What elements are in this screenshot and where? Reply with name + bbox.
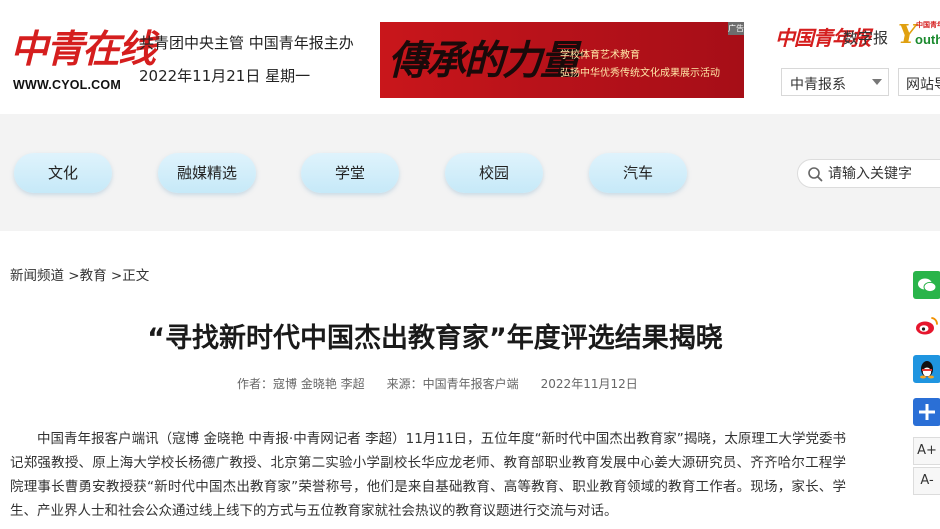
breadcrumb-separator: >: [106, 268, 123, 284]
article-title: “寻找新时代中国杰出教育家”年度评选结果揭晓: [147, 323, 723, 354]
nav-item-culture[interactable]: 文化: [14, 153, 112, 193]
site-nav-label: 网站导航: [906, 77, 940, 93]
breadcrumb-section[interactable]: 教育: [80, 268, 107, 284]
sponsor-text: 共青团中央主管 中国青年报主办: [139, 34, 354, 52]
article-body: 中国青年报客户端讯（寇博 金晓艳 中青报·中青网记者 李超）11月11日，五位年…: [10, 431, 846, 519]
wechat-share-icon[interactable]: [913, 271, 940, 299]
digital-paper-link[interactable]: 数字报: [843, 27, 888, 48]
cyd-family-select[interactable]: 中青报系: [781, 68, 889, 96]
qq-penguin-icon: [920, 361, 934, 379]
weibo-icon: [916, 317, 938, 335]
article-source: 来源：中国青年报客户端: [386, 377, 519, 391]
nav-item-auto[interactable]: 汽车: [589, 153, 687, 193]
current-date: 2022年11月21日 星期一: [139, 67, 311, 85]
search-box: [797, 159, 940, 188]
wechat-icon: [918, 278, 937, 293]
article-date: 2022年11月12日: [540, 377, 638, 391]
banner-calligraphy: 傳承的力量: [388, 37, 580, 84]
site-nav-select[interactable]: 网站导航: [898, 68, 940, 96]
banner-line-1: 学校体育艺术教育: [560, 50, 640, 61]
youth-logo-y: Y: [898, 20, 917, 50]
qq-share-icon[interactable]: [913, 355, 940, 383]
article-author: 作者：寇博 金晓艳 李超: [237, 377, 365, 391]
more-share-icon[interactable]: [913, 398, 940, 426]
plus-icon: [919, 404, 935, 420]
search-icon[interactable]: [807, 166, 823, 182]
ad-tag: 广告: [728, 22, 744, 35]
logo-url: WWW.CYOL.COM: [13, 78, 121, 92]
breadcrumb-current: 正文: [122, 268, 150, 284]
nav-item-campus[interactable]: 校园: [445, 153, 543, 193]
article-meta: 作者：寇博 金晓艳 李超 来源：中国青年报客户端 2022年11月12日: [237, 375, 638, 392]
youth-logo-rest: outh: [915, 32, 940, 47]
banner-line-2: 弘扬中华优秀传统文化成果展示活动: [560, 68, 720, 79]
ad-banner[interactable]: 傳承的力量 学校体育艺术教育 弘扬中华优秀传统文化成果展示活动 广告: [380, 22, 744, 98]
youth-logo[interactable]: Y 中国青年 outh: [898, 20, 940, 50]
site-header: 中青在线 WWW.CYOL.COM 共青团中央主管 中国青年报主办 2022年1…: [0, 0, 940, 114]
chevron-down-icon: [872, 79, 882, 85]
weibo-share-icon[interactable]: [913, 312, 940, 340]
font-decrease-button[interactable]: A-: [913, 467, 940, 495]
site-logo[interactable]: 中青在线 WWW.CYOL.COM: [10, 18, 156, 98]
breadcrumb-channel[interactable]: 新闻频道: [10, 268, 64, 284]
youth-logo-small: 中国青年: [916, 21, 940, 29]
breadcrumb-separator: >: [64, 268, 80, 284]
nav-item-media[interactable]: 融媒精选: [158, 153, 256, 193]
search-input[interactable]: [828, 163, 940, 185]
font-increase-button[interactable]: A+: [913, 437, 940, 465]
logo-text: 中青在线: [10, 26, 156, 71]
select-label: 中青报系: [790, 77, 846, 93]
nav-item-school[interactable]: 学堂: [301, 153, 399, 193]
breadcrumb: 新闻频道 >教育 >正文: [10, 264, 149, 284]
